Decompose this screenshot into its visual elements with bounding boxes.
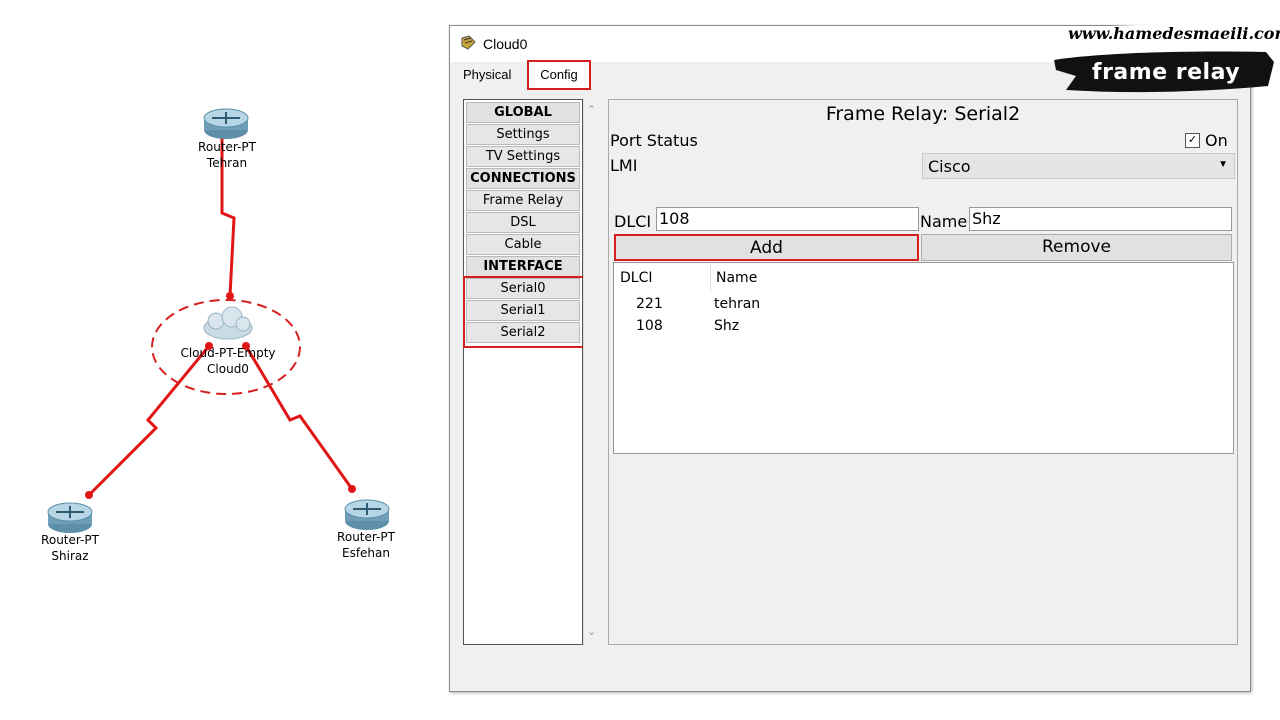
port-status-checkbox[interactable]: ✓ <box>1185 133 1200 148</box>
row-name: tehran <box>714 296 761 312</box>
sidebar-item-settings[interactable]: Settings <box>466 124 580 145</box>
cloud-icon <box>203 306 253 340</box>
watermark-url: www.hamedesmaeili.com <box>1068 24 1280 43</box>
router-icon-tehran <box>203 108 249 139</box>
port-status-label: Port Status <box>610 131 698 150</box>
router-icon-shiraz <box>47 502 93 533</box>
column-separator <box>710 265 711 291</box>
add-button[interactable]: Add <box>614 234 919 261</box>
sidebar-header-global: GLOBAL <box>466 102 580 123</box>
router-icon-esfehan <box>344 499 390 530</box>
router-name-label: Esfehan <box>341 546 390 560</box>
lmi-selected-value: Cisco <box>928 157 971 176</box>
router-name-label: Tehran <box>206 156 248 170</box>
watermark-title: frame relay <box>1092 60 1241 85</box>
row-dlci: 221 <box>636 296 663 312</box>
router-type-label: Router-PT <box>41 533 99 547</box>
panel-title: Frame Relay: Serial2 <box>825 103 1021 125</box>
remove-button[interactable]: Remove <box>921 234 1232 261</box>
lmi-label: LMI <box>610 156 638 175</box>
chevron-down-icon: ▼ <box>1218 159 1228 170</box>
sidebar-item-dsl[interactable]: DSL <box>466 212 580 233</box>
sidebar-item-serial2[interactable]: Serial2 <box>466 322 580 343</box>
name-label: Name <box>920 212 968 231</box>
cloud-label: Cloud-PT-Empty Cloud0 <box>172 345 284 377</box>
router-name-label: Shiraz <box>51 549 89 563</box>
scroll-down-icon[interactable]: ⌄ <box>587 625 596 638</box>
column-header-name[interactable]: Name <box>716 270 757 286</box>
row-name: Shz <box>714 318 740 334</box>
port-status-on-label: On <box>1205 131 1228 150</box>
tab-config[interactable]: Config <box>527 60 591 90</box>
topology-canvas[interactable]: Router-PT Tehran Cloud-PT-Empty Cloud0 R… <box>0 0 440 720</box>
dlci-input[interactable]: 108 <box>656 207 919 231</box>
sidebar-item-cable[interactable]: Cable <box>466 234 580 255</box>
device-config-window: Cloud0 Physical Config GLOBAL Settings T… <box>449 25 1251 692</box>
name-input[interactable]: Shz <box>969 207 1232 231</box>
router-type-label: Router-PT <box>198 140 256 154</box>
frame-relay-panel: Frame Relay: Serial2 Port Status ✓ On LM… <box>608 99 1238 645</box>
lmi-select[interactable]: Cisco ▼ <box>922 153 1235 179</box>
scroll-up-icon[interactable]: ⌃ <box>587 103 596 116</box>
row-dlci: 108 <box>636 318 663 334</box>
sidebar-scrollbar[interactable]: ⌃ ⌄ <box>583 99 603 645</box>
dlci-label: DLCI <box>614 212 652 231</box>
router-label-shiraz: Router-PT Shiraz <box>37 532 103 564</box>
cloud-app-icon <box>461 35 476 50</box>
column-header-dlci[interactable]: DLCI <box>620 270 652 286</box>
tab-physical[interactable]: Physical <box>457 63 517 87</box>
dlci-table: DLCI Name 221 tehran 108 Shz <box>613 262 1234 454</box>
sidebar-header-interface: INTERFACE <box>466 256 580 277</box>
sidebar-item-serial1[interactable]: Serial1 <box>466 300 580 321</box>
sidebar-item-tv-settings[interactable]: TV Settings <box>466 146 580 167</box>
router-label-esfehan: Router-PT Esfehan <box>333 529 399 561</box>
sidebar-item-serial0[interactable]: Serial0 <box>466 278 580 299</box>
router-type-label: Router-PT <box>337 530 395 544</box>
cloud-type-label: Cloud-PT-Empty <box>180 346 276 360</box>
sidebar-item-frame-relay[interactable]: Frame Relay <box>466 190 580 211</box>
sidebar-header-connections: CONNECTIONS <box>466 168 580 189</box>
cloud-name-label: Cloud0 <box>207 362 249 376</box>
config-sidebar: GLOBAL Settings TV Settings CONNECTIONS … <box>463 99 583 645</box>
window-title: Cloud0 <box>483 36 528 52</box>
router-label-tehran: Router-PT Tehran <box>194 139 260 171</box>
